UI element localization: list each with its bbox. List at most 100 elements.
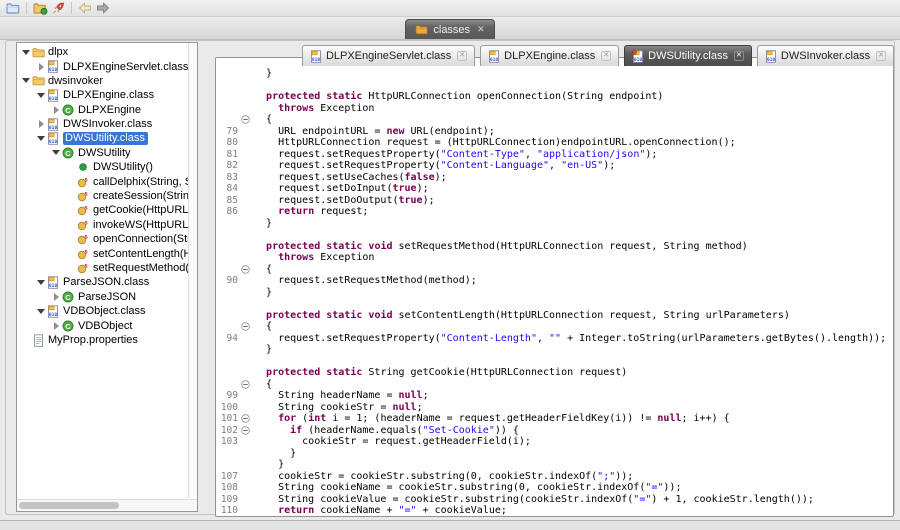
- code-line: {: [216, 379, 893, 391]
- chevron-down-icon[interactable]: [21, 78, 31, 83]
- line-number: 99: [216, 390, 241, 402]
- close-icon[interactable]: ✕: [601, 51, 611, 61]
- svg-text:010: 010: [767, 57, 776, 63]
- tree-item-getcookie-httpurlcon[interactable]: sgetCookie(HttpURLCon: [17, 203, 188, 217]
- chevron-right-icon[interactable]: [51, 293, 61, 301]
- chevron-right-icon[interactable]: [36, 120, 46, 128]
- tree-item-label: openConnection(String: [93, 233, 188, 245]
- code-text: request.setDoOutput(true);: [254, 195, 435, 207]
- container-tab-bar: classes ✕: [0, 17, 900, 40]
- close-icon[interactable]: ✕: [457, 51, 467, 61]
- svg-text:010: 010: [49, 67, 58, 73]
- tree-item-createsession-string-st[interactable]: screateSession(String, St: [17, 189, 188, 203]
- tree-item-label: MyProp.properties: [48, 334, 138, 346]
- tree-item-parsejson-class[interactable]: 010ParseJSON.class: [17, 275, 188, 289]
- chevron-down-icon[interactable]: [21, 50, 31, 55]
- chevron-down-icon[interactable]: [36, 280, 46, 285]
- tree-item-vdbobject[interactable]: CVDBObject: [17, 318, 188, 332]
- editor-tab-dlpxengineservlet-class[interactable]: 010DLPXEngineServlet.class✕: [302, 45, 475, 66]
- chevron-down-icon[interactable]: [36, 93, 46, 98]
- code-text: throws Exception: [254, 252, 374, 264]
- editor-tab-dwsinvoker-class[interactable]: 010DWSInvoker.class✕: [757, 45, 894, 66]
- tree-item-dwsutility-class[interactable]: 010DWSUtility.class: [17, 131, 188, 145]
- toolbar-button-back[interactable]: [76, 1, 94, 16]
- editor-tab-dlpxengine-class[interactable]: 010DLPXEngine.class✕: [480, 45, 619, 66]
- tree-item-vdbobject-class[interactable]: 010VDBObject.class: [17, 304, 188, 318]
- chevron-down-icon[interactable]: [36, 136, 46, 141]
- chevron-down-icon[interactable]: [36, 309, 46, 314]
- container-tab-classes[interactable]: classes ✕: [405, 19, 494, 39]
- tree-item-dlpxengine[interactable]: CDLPXEngine: [17, 103, 188, 117]
- tree-item-setcontentlength-http[interactable]: ssetContentLength(Http: [17, 246, 188, 260]
- chevron-right-icon[interactable]: [36, 63, 46, 71]
- code-line: 108 String cookieName = cookieStr.substr…: [216, 482, 893, 494]
- tree-item-label: getCookie(HttpURLCon: [93, 204, 188, 216]
- tree-item-calldelphix-string-strin[interactable]: scallDelphix(String, Strin: [17, 175, 188, 189]
- tree-item-setrequestmethod-http[interactable]: ssetRequestMethod(Http: [17, 261, 188, 275]
- code-line: 80 HttpURLConnection request = (HttpURLC…: [216, 137, 893, 149]
- close-icon[interactable]: ✕: [477, 24, 485, 35]
- tree-item-openconnection-string[interactable]: sopenConnection(String: [17, 232, 188, 246]
- fold-icon[interactable]: [241, 414, 254, 423]
- svg-text:010: 010: [49, 283, 58, 289]
- static-method-icon: s: [76, 204, 90, 216]
- code-line: protected static String getCookie(HttpUR…: [216, 367, 893, 379]
- line-number: 108: [216, 482, 241, 494]
- tree-item-dlpx[interactable]: dlpx: [17, 45, 188, 59]
- code-text: return cookieName + "=" + cookieValue;: [254, 505, 507, 516]
- code-text: return request;: [254, 206, 368, 218]
- properties-file-icon: [31, 334, 45, 347]
- toolbar-button-forward[interactable]: [94, 1, 112, 16]
- close-icon[interactable]: ✕: [734, 51, 744, 61]
- code-text: String cookieName = cookieStr.substring(…: [254, 482, 681, 494]
- tree-item-dwsinvoker[interactable]: dwsinvoker: [17, 74, 188, 88]
- chevron-right-icon[interactable]: [51, 106, 61, 114]
- toolbar-button-open-file[interactable]: [4, 1, 22, 16]
- tree-item-parsejson[interactable]: CParseJSON: [17, 290, 188, 304]
- tree-item-invokews-httpurlconn[interactable]: sinvokeWS(HttpURLConn: [17, 218, 188, 232]
- line-number: 86: [216, 206, 241, 218]
- tree-item-myprop-properties[interactable]: MyProp.properties: [17, 333, 188, 347]
- editor-tab-dwsutility-class[interactable]: 010DWSUtility.class✕: [624, 45, 752, 66]
- code-line: 103 cookieStr = request.getHeaderField(i…: [216, 436, 893, 448]
- code-text: cookieStr = cookieStr.substring(0, cooki…: [254, 471, 633, 483]
- tree-item-label: VDBObject.class: [63, 305, 146, 317]
- fold-icon[interactable]: [241, 380, 254, 389]
- static-method-icon: s: [76, 190, 90, 202]
- code-text: request.setUseCaches(false);: [254, 172, 447, 184]
- chevron-right-icon[interactable]: [51, 322, 61, 330]
- line-number: 94: [216, 333, 241, 345]
- tree-item-label: DLPXEngine.class: [63, 89, 154, 101]
- toolbar-button-open-type[interactable]: [31, 1, 49, 16]
- fold-icon[interactable]: [241, 322, 254, 331]
- file-tree[interactable]: dlpx010DLPXEngineServlet.classdwsinvoker…: [17, 45, 188, 498]
- code-text: protected static void setRequestMethod(H…: [254, 241, 748, 253]
- fold-icon[interactable]: [241, 426, 254, 435]
- class-file-icon: 010: [46, 60, 60, 73]
- code-text: }: [254, 287, 272, 299]
- code-editor[interactable]: } protected static HttpURLConnection ope…: [216, 68, 893, 516]
- tree-item-dlpxengineservlet-class[interactable]: 010DLPXEngineServlet.class: [17, 59, 188, 73]
- tree-item-dwsutility[interactable]: DWSUtility(): [17, 160, 188, 174]
- svg-text:010: 010: [312, 57, 321, 63]
- tree-item-dlpxengine-class[interactable]: 010DLPXEngine.class: [17, 88, 188, 102]
- search-icon: [51, 2, 65, 15]
- code-line: protected static HttpURLConnection openC…: [216, 91, 893, 103]
- close-icon[interactable]: ✕: [876, 51, 886, 61]
- scrollbar-thumb[interactable]: [19, 502, 119, 509]
- code-line: protected static void setRequestMethod(H…: [216, 241, 893, 253]
- line-number: 100: [216, 402, 241, 414]
- code-text: }: [254, 218, 272, 230]
- fold-icon[interactable]: [241, 115, 254, 124]
- tree-item-dwsinvoker-class[interactable]: 010DWSInvoker.class: [17, 117, 188, 131]
- toolbar-button-search[interactable]: [49, 1, 67, 16]
- app-window: { "colors": { "keyword": "#7B0052", "str…: [0, 0, 900, 530]
- tree-vertical-scrollbar[interactable]: [188, 43, 197, 498]
- svg-text:s: s: [84, 249, 88, 255]
- code-text: request.setDoInput(true);: [254, 183, 429, 195]
- chevron-down-icon[interactable]: [51, 150, 61, 155]
- tree-item-dwsutility[interactable]: CDWSUtility: [17, 146, 188, 160]
- code-text: request.setRequestProperty("Content-Lang…: [254, 160, 615, 172]
- fold-icon[interactable]: [241, 265, 254, 274]
- tree-horizontal-scrollbar[interactable]: [17, 499, 197, 511]
